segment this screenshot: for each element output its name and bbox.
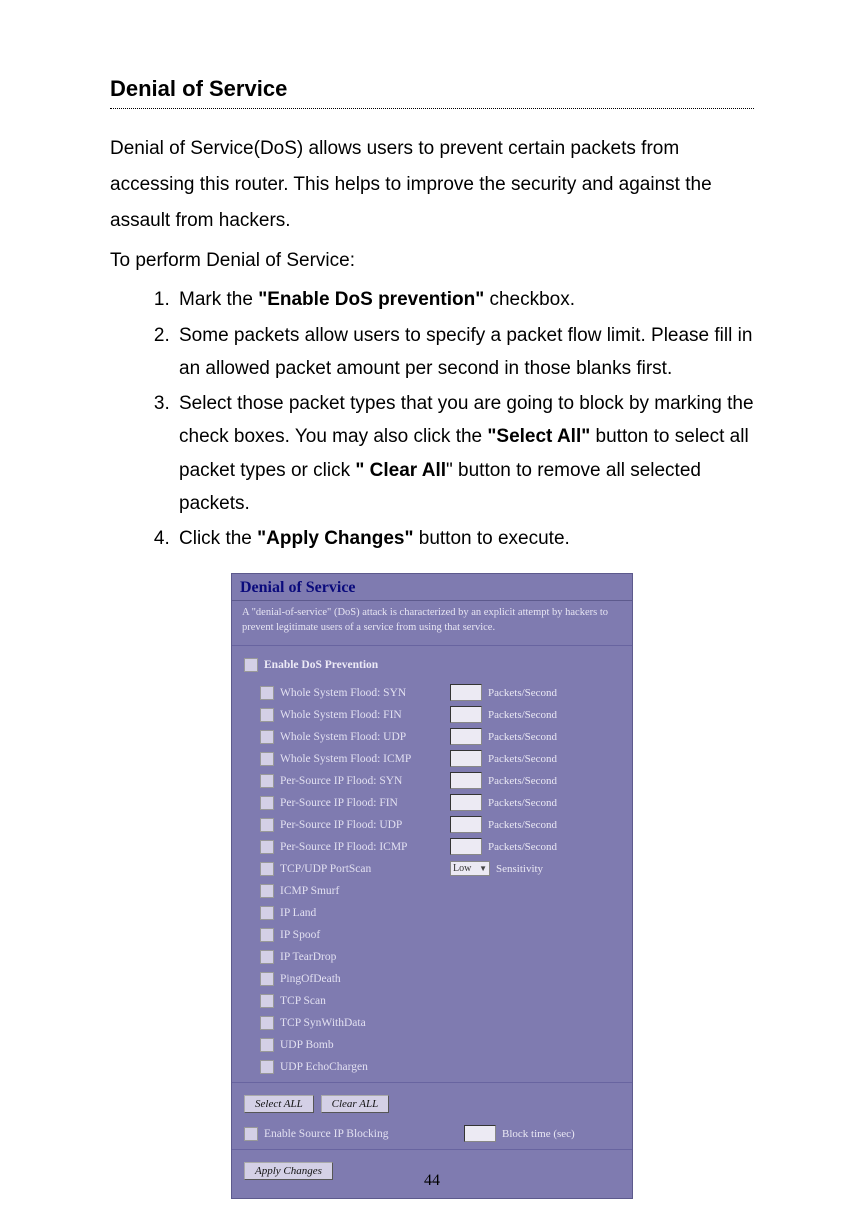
step-3: Select those packet types that you are g… bbox=[175, 387, 754, 520]
packets-input[interactable] bbox=[450, 684, 482, 701]
instruction-list: Mark the "Enable DoS prevention" checkbo… bbox=[110, 283, 754, 555]
divider bbox=[232, 1149, 632, 1150]
row-label: Per-Source IP Flood: FIN bbox=[280, 797, 450, 809]
packets-input[interactable] bbox=[450, 816, 482, 833]
body-text: Denial of Service(DoS) allows users to p… bbox=[110, 131, 754, 279]
checkbox[interactable] bbox=[260, 708, 274, 722]
source-ip-block-label: Enable Source IP Blocking bbox=[264, 1128, 464, 1140]
bold-text: "Select All" bbox=[487, 426, 590, 447]
chevron-down-icon: ▼ bbox=[479, 864, 487, 873]
bold-text: "Apply Changes" bbox=[257, 528, 413, 549]
row-label: Per-Source IP Flood: ICMP bbox=[280, 841, 450, 853]
checkbox[interactable] bbox=[260, 1038, 274, 1052]
packets-input[interactable] bbox=[450, 750, 482, 767]
packets-input[interactable] bbox=[450, 772, 482, 789]
row-label: Whole System Flood: ICMP bbox=[280, 753, 450, 765]
packets-unit: Packets/Second bbox=[488, 731, 557, 743]
panel-title: Denial of Service bbox=[232, 574, 632, 601]
checkbox[interactable] bbox=[260, 972, 274, 986]
checkbox[interactable] bbox=[260, 774, 274, 788]
row-label: PingOfDeath bbox=[280, 973, 450, 985]
checkbox[interactable] bbox=[260, 730, 274, 744]
checkbox[interactable] bbox=[260, 1016, 274, 1030]
row-label: Whole System Flood: UDP bbox=[280, 731, 450, 743]
checkbox[interactable] bbox=[260, 796, 274, 810]
row-label: TCP Scan bbox=[280, 995, 450, 1007]
text: checkbox. bbox=[484, 289, 575, 310]
checkbox[interactable] bbox=[260, 1060, 274, 1074]
intro-paragraph-2: To perform Denial of Service: bbox=[110, 243, 754, 279]
section-heading: Denial of Service bbox=[110, 76, 754, 109]
intro-paragraph-1: Denial of Service(DoS) allows users to p… bbox=[110, 131, 754, 239]
block-time-unit: Block time (sec) bbox=[502, 1128, 575, 1140]
select-all-button[interactable]: Select ALL bbox=[244, 1095, 314, 1113]
packets-input[interactable] bbox=[450, 728, 482, 745]
packets-unit: Packets/Second bbox=[488, 841, 557, 853]
bold-text: "Enable DoS prevention" bbox=[258, 289, 484, 310]
bold-text: " Clear All bbox=[355, 460, 446, 481]
text: button to execute. bbox=[413, 528, 569, 549]
packets-input[interactable] bbox=[450, 838, 482, 855]
block-time-input[interactable] bbox=[464, 1125, 496, 1142]
step-4: Click the "Apply Changes" button to exec… bbox=[175, 522, 754, 555]
packets-unit: Packets/Second bbox=[488, 819, 557, 831]
checkbox[interactable] bbox=[260, 950, 274, 964]
row-label: Whole System Flood: FIN bbox=[280, 709, 450, 721]
sensitivity-select[interactable]: Low ▼ bbox=[450, 861, 490, 876]
checkbox[interactable] bbox=[260, 994, 274, 1008]
dos-config-panel: Denial of Service A "denial-of-service" … bbox=[231, 573, 633, 1198]
packets-unit: Packets/Second bbox=[488, 797, 557, 809]
checkbox[interactable] bbox=[260, 686, 274, 700]
text: Mark the bbox=[179, 289, 258, 310]
row-label: IP Spoof bbox=[280, 929, 450, 941]
packets-input[interactable] bbox=[450, 794, 482, 811]
checkbox-enable-dos[interactable] bbox=[244, 658, 258, 672]
checkbox[interactable] bbox=[260, 818, 274, 832]
checkbox[interactable] bbox=[260, 906, 274, 920]
sensitivity-value: Low bbox=[453, 863, 471, 874]
portscan-label: TCP/UDP PortScan bbox=[280, 863, 450, 875]
row-label: Whole System Flood: SYN bbox=[280, 687, 450, 699]
checkbox-portscan[interactable] bbox=[260, 862, 274, 876]
packets-unit: Packets/Second bbox=[488, 775, 557, 787]
row-label: IP Land bbox=[280, 907, 450, 919]
checkbox[interactable] bbox=[260, 884, 274, 898]
checkbox[interactable] bbox=[260, 752, 274, 766]
panel-description: A "denial-of-service" (DoS) attack is ch… bbox=[232, 601, 632, 645]
checkbox-source-ip-block[interactable] bbox=[244, 1127, 258, 1141]
page-number: 44 bbox=[0, 1172, 864, 1190]
row-label: Per-Source IP Flood: UDP bbox=[280, 819, 450, 831]
text: Click the bbox=[179, 528, 257, 549]
checkbox[interactable] bbox=[260, 928, 274, 942]
row-label: TCP SynWithData bbox=[280, 1017, 450, 1029]
clear-all-button[interactable]: Clear ALL bbox=[321, 1095, 390, 1113]
step-1: Mark the "Enable DoS prevention" checkbo… bbox=[175, 283, 754, 316]
row-label: IP TearDrop bbox=[280, 951, 450, 963]
checkbox[interactable] bbox=[260, 840, 274, 854]
row-label: Per-Source IP Flood: SYN bbox=[280, 775, 450, 787]
packets-unit: Packets/Second bbox=[488, 753, 557, 765]
enable-dos-label: Enable DoS Prevention bbox=[264, 659, 434, 671]
row-label: UDP EchoChargen bbox=[280, 1061, 450, 1073]
sensitivity-label: Sensitivity bbox=[496, 863, 543, 875]
packets-unit: Packets/Second bbox=[488, 709, 557, 721]
row-label: UDP Bomb bbox=[280, 1039, 450, 1051]
packets-unit: Packets/Second bbox=[488, 687, 557, 699]
row-label: ICMP Smurf bbox=[280, 885, 450, 897]
divider bbox=[232, 1082, 632, 1083]
step-2: Some packets allow users to specify a pa… bbox=[175, 319, 754, 386]
packets-input[interactable] bbox=[450, 706, 482, 723]
